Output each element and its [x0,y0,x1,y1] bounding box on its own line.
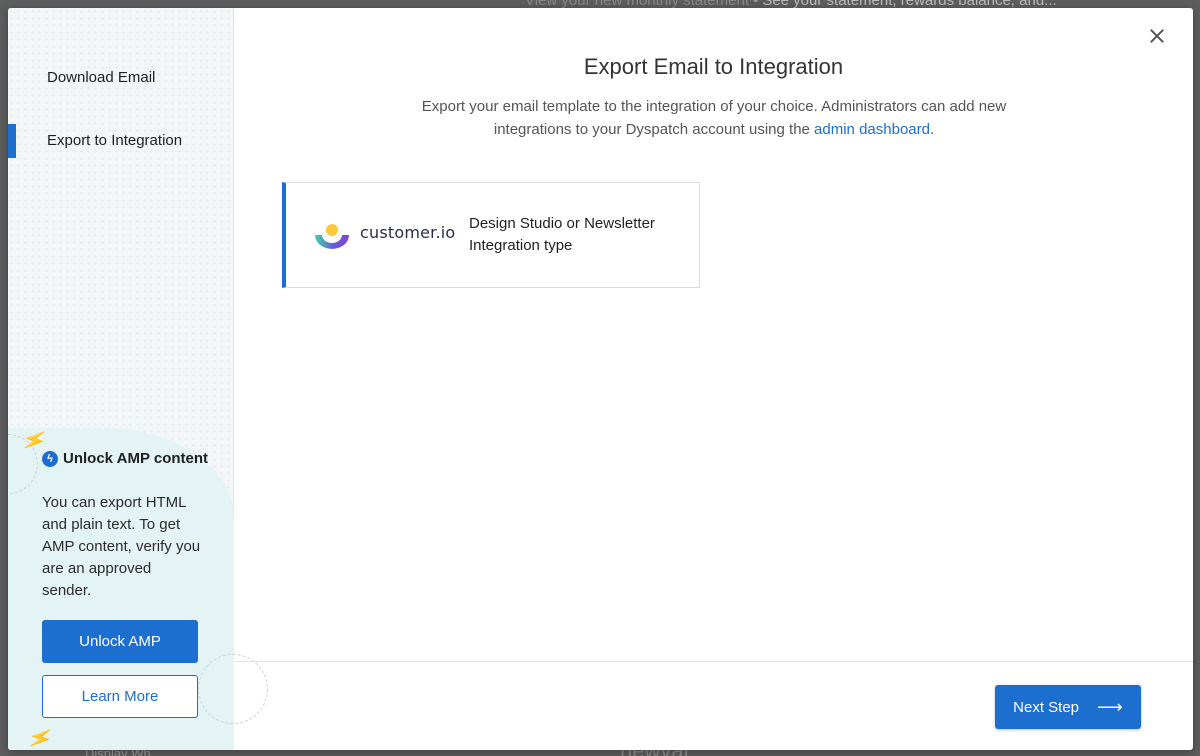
arrow-right-icon: ⟶ [1097,696,1123,717]
close-icon[interactable] [1147,26,1167,46]
learn-more-button[interactable]: Learn More [42,675,198,718]
export-modal: Download Email Export to Integration ⚡ ⚡… [8,8,1193,750]
integration-name: Design Studio or Newsletter Integration … [469,213,655,257]
integration-name-text: Design Studio or Newsletter [469,215,655,232]
integration-card-customerio[interactable]: customer.io Design Studio or Newsletter … [282,182,700,288]
modal-description-end: . [929,121,935,138]
sidebar-item-download-email[interactable]: Download Email [8,61,234,95]
amp-promo-title-text: Unlock AMP content [63,450,209,467]
admin-dashboard-link[interactable]: admin dashboard [814,121,930,138]
next-step-label: Next Step [1013,698,1080,716]
amp-promo-body: You can export HTML and plain text. To g… [42,494,201,599]
unlock-amp-button[interactable]: Unlock AMP [42,620,198,663]
bolt-icon: ϟ [42,451,58,467]
customerio-logo-text: customer.io [360,223,456,242]
integration-type-text: Integration type [469,237,573,254]
modal-sidebar: Download Email Export to Integration ⚡ ⚡… [8,8,268,750]
modal-title: Export Email to Integration [583,54,844,79]
sidebar-item-export-to-integration[interactable]: Export to Integration [8,124,234,158]
modal-footer: Next Step ⟶ [234,661,1193,750]
next-step-button[interactable]: Next Step ⟶ [995,685,1141,729]
customerio-logo-icon [315,224,349,249]
amp-promo-title: ϟ Unlock AMP content [42,448,212,470]
modal-description: Export your email template to the integr… [414,95,1014,141]
